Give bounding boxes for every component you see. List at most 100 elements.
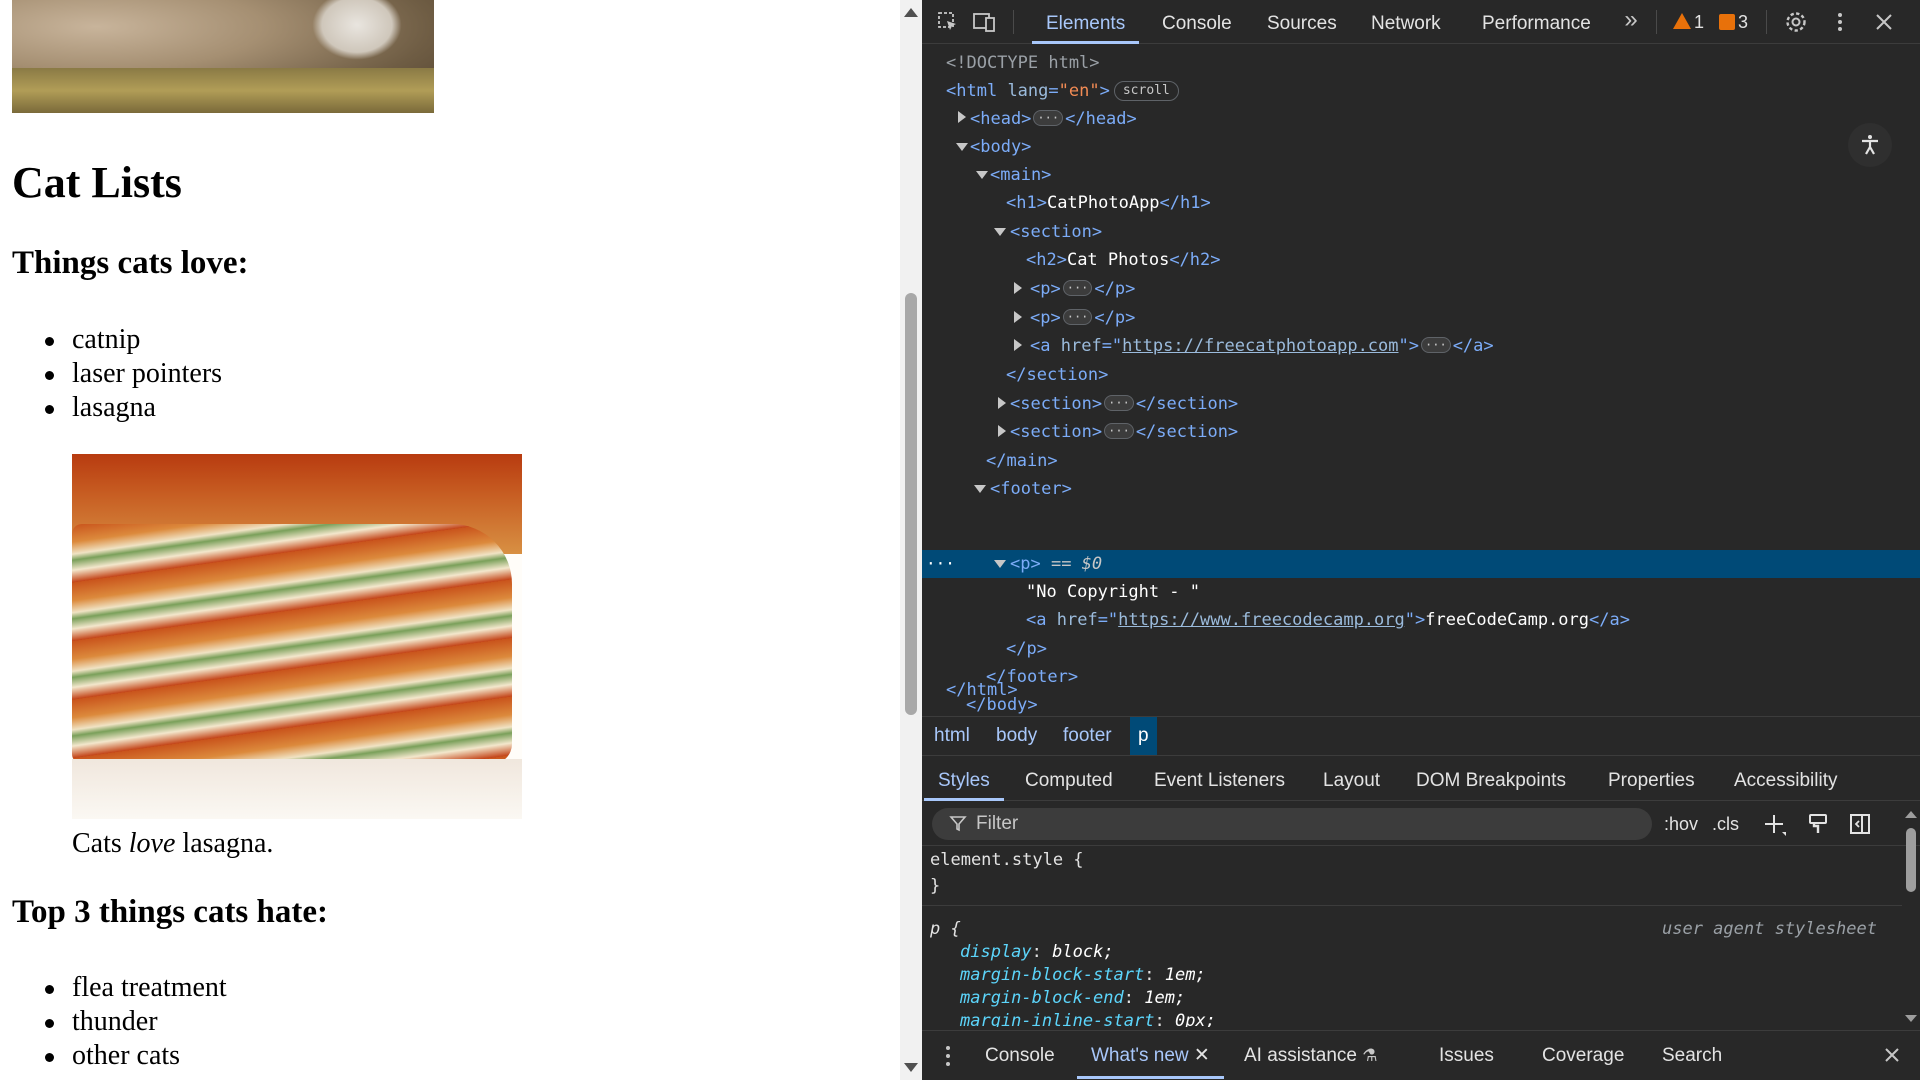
css-declaration[interactable]: margin-inline-start: 0px; xyxy=(960,1010,1216,1027)
scroll-down-icon[interactable] xyxy=(904,1063,918,1072)
accessibility-icon[interactable] xyxy=(1848,123,1892,167)
sidebar-toggle-icon[interactable] xyxy=(1848,812,1872,836)
scroll-badge[interactable]: scroll xyxy=(1113,81,1179,101)
dom-tree[interactable]: ··· <!DOCTYPE html> <html lang="en"> scro… xyxy=(922,45,1920,715)
kebab-menu-icon[interactable] xyxy=(1828,10,1852,34)
scrollbar-thumb[interactable] xyxy=(1906,828,1916,892)
collapse-arrow-icon[interactable] xyxy=(976,171,988,179)
experiment-icon: ⚗ xyxy=(1362,1046,1378,1065)
close-icon[interactable] xyxy=(1872,10,1896,34)
link-freecodecamp[interactable]: https://www.freecodecamp.org xyxy=(1118,610,1405,630)
drawer-tab-issues[interactable]: Issues xyxy=(1439,1031,1494,1079)
scroll-up-icon[interactable] xyxy=(904,8,918,17)
styles-scrollbar[interactable] xyxy=(1902,804,1920,1028)
tab-layout[interactable]: Layout xyxy=(1323,757,1380,801)
breadcrumb-html[interactable]: html xyxy=(926,717,978,755)
drawer-tab-whats-new[interactable]: What's new ✕ xyxy=(1077,1031,1224,1079)
dom-node-html[interactable]: <html lang="en"> scroll xyxy=(946,77,1179,105)
inspect-icon[interactable] xyxy=(936,10,960,34)
breadcrumb-body[interactable]: body xyxy=(988,717,1045,755)
drawer-tab-coverage[interactable]: Coverage xyxy=(1542,1031,1624,1079)
list-item: lasagna xyxy=(44,391,222,425)
dom-node-html-close[interactable]: </html> xyxy=(946,676,1018,704)
breadcrumb-p[interactable]: p xyxy=(1130,717,1157,755)
node-actions-ellipsis[interactable]: ··· xyxy=(926,550,955,578)
expand-arrow-icon[interactable] xyxy=(1014,339,1022,351)
tab-accessibility[interactable]: Accessibility xyxy=(1734,757,1837,801)
dom-node-p[interactable]: <p> ··· </p> xyxy=(1030,275,1135,303)
user-agent-stylesheet-label: user agent stylesheet xyxy=(1662,919,1877,939)
css-declaration[interactable]: margin-block-end: 1em; xyxy=(960,987,1185,1010)
tab-console[interactable]: Console xyxy=(1162,0,1232,44)
tab-network[interactable]: Network xyxy=(1371,0,1441,44)
tab-styles[interactable]: Styles xyxy=(924,757,1004,801)
drawer-tab-search[interactable]: Search xyxy=(1662,1031,1722,1079)
errors-badge[interactable]: 3 xyxy=(1719,10,1748,34)
drawer-tab-console[interactable]: Console xyxy=(985,1031,1055,1079)
dom-node-section[interactable]: <section> ··· </section> xyxy=(1010,418,1238,446)
dom-node-body[interactable]: <body> xyxy=(970,133,1031,161)
tab-performance[interactable]: Performance xyxy=(1482,0,1591,44)
breadcrumb-footer[interactable]: footer xyxy=(1055,717,1120,755)
element-style-selector[interactable]: element.style { xyxy=(930,849,1084,872)
tab-dom-breakpoints[interactable]: DOM Breakpoints xyxy=(1416,757,1566,801)
warnings-badge[interactable]: 1 xyxy=(1673,10,1704,34)
dom-node-h1[interactable]: <h1>CatPhotoApp</h1> xyxy=(1006,189,1211,217)
collapse-arrow-icon[interactable] xyxy=(994,560,1006,568)
expand-arrow-icon[interactable] xyxy=(1014,311,1022,323)
toolbar-divider xyxy=(1656,10,1657,34)
collapse-arrow-icon[interactable] xyxy=(974,485,986,493)
scrollbar-thumb[interactable] xyxy=(905,293,917,715)
close-tab-icon[interactable]: ✕ xyxy=(1194,1045,1210,1066)
add-rule-icon[interactable] xyxy=(1762,812,1788,836)
dom-node-h2[interactable]: <h2>Cat Photos</h2> xyxy=(1026,246,1221,274)
link-catphotoapp[interactable]: https://freecatphotoapp.com xyxy=(1122,336,1398,356)
dom-node-main-close[interactable]: </main> xyxy=(986,447,1058,475)
dom-node-a-fcc[interactable]: <a href="https://www.freecodecamp.org">f… xyxy=(1026,606,1630,634)
collapse-arrow-icon[interactable] xyxy=(956,143,968,151)
expand-arrow-icon[interactable] xyxy=(958,111,966,123)
dom-node-p[interactable]: <p> ··· </p> xyxy=(1030,304,1135,332)
hov-toggle[interactable]: :hov xyxy=(1664,812,1698,836)
styles-filter-bar: :hov .cls xyxy=(922,802,1920,846)
dom-doctype[interactable]: <!DOCTYPE html> xyxy=(946,49,1100,77)
drawer-close-icon[interactable] xyxy=(1882,1031,1902,1079)
page-scrollbar[interactable] xyxy=(900,0,922,1080)
styles-filter-input[interactable] xyxy=(932,808,1652,840)
tab-event-listeners[interactable]: Event Listeners xyxy=(1154,757,1285,801)
dom-node-p-close[interactable]: </p> xyxy=(1006,635,1047,663)
dom-node-footer[interactable]: <footer> xyxy=(990,475,1072,503)
scroll-up-icon[interactable] xyxy=(1902,808,1920,822)
css-declaration[interactable]: display: block; xyxy=(960,941,1114,964)
paint-icon[interactable] xyxy=(1806,812,1830,836)
settings-icon[interactable] xyxy=(1784,10,1808,34)
dom-node-p-selected[interactable]: <p> == $0 xyxy=(1010,550,1102,578)
expand-arrow-icon[interactable] xyxy=(1014,282,1022,294)
dom-node-main[interactable]: <main> xyxy=(990,161,1051,189)
more-tabs-icon[interactable]: » xyxy=(1619,8,1643,32)
dom-text-copyright[interactable]: "No Copyright - " xyxy=(1026,578,1200,606)
drawer-tab-ai-assistance[interactable]: AI assistance ⚗ xyxy=(1244,1031,1378,1079)
cls-toggle[interactable]: .cls xyxy=(1712,812,1739,836)
css-declaration[interactable]: margin-block-start: 1em; xyxy=(960,964,1206,987)
scroll-down-icon[interactable] xyxy=(1902,1012,1920,1026)
dom-node-head[interactable]: <head> ··· </head> xyxy=(970,105,1137,133)
device-toolbar-icon[interactable] xyxy=(972,10,996,34)
dom-node-section[interactable]: <section> ··· </section> xyxy=(1010,390,1238,418)
expand-arrow-icon[interactable] xyxy=(998,425,1006,437)
dom-node-section[interactable]: <section> xyxy=(1010,218,1102,246)
tab-elements[interactable]: Elements xyxy=(1031,0,1140,44)
list-item: thunder xyxy=(45,1005,227,1039)
drawer-menu-icon[interactable] xyxy=(944,1031,952,1079)
expand-arrow-icon[interactable] xyxy=(998,397,1006,409)
tab-properties[interactable]: Properties xyxy=(1608,757,1695,801)
tab-sources[interactable]: Sources xyxy=(1267,0,1337,44)
list-item: other cats xyxy=(45,1039,227,1073)
p-rule-selector[interactable]: p { xyxy=(930,918,961,941)
tab-computed[interactable]: Computed xyxy=(1025,757,1113,801)
page-heading: Cat Lists xyxy=(12,158,182,207)
collapse-arrow-icon[interactable] xyxy=(994,228,1006,236)
styles-rules[interactable]: element.style { } p { user agent stylesh… xyxy=(922,847,1902,1027)
dom-node-section-close[interactable]: </section> xyxy=(1006,361,1108,389)
dom-node-a[interactable]: <a href="https://freecatphotoapp.com"> ··… xyxy=(1030,332,1494,360)
